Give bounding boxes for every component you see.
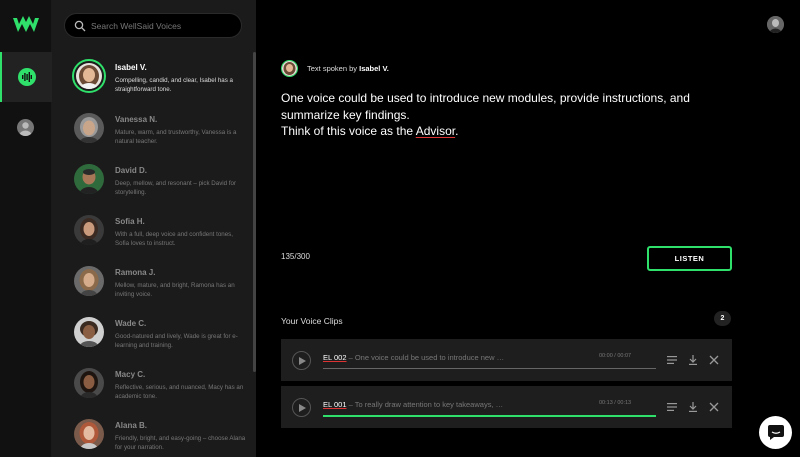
user-avatar-icon[interactable] bbox=[767, 16, 784, 33]
speaker-avatar bbox=[281, 60, 298, 77]
voice-name: David D. bbox=[115, 166, 148, 175]
listen-button[interactable]: LISTEN bbox=[647, 246, 732, 271]
close-icon[interactable] bbox=[709, 402, 719, 412]
nav-voices[interactable] bbox=[0, 52, 52, 102]
spoken-by-label: Text spoken by Isabel V. bbox=[307, 64, 389, 73]
character-count: 135/300 bbox=[281, 252, 310, 261]
script-line-2-suffix: . bbox=[455, 124, 459, 138]
voice-description: Reflective, serious, and nuanced, Macy h… bbox=[115, 384, 244, 400]
download-icon[interactable] bbox=[688, 402, 698, 412]
voice-clip-row: EL 001 – To really draw attention to key… bbox=[281, 386, 732, 428]
chat-button[interactable] bbox=[759, 416, 792, 449]
voice-item-alana[interactable]: Alana B. Friendly, bright, and easy-goin… bbox=[72, 417, 247, 457]
voice-item-david[interactable]: David D. Deep, mellow, and resonant – pi… bbox=[72, 162, 247, 212]
search-box bbox=[64, 13, 242, 38]
clip-progress-fill bbox=[323, 414, 656, 417]
voice-clip-row: EL 002 – One voice could be used to intr… bbox=[281, 339, 732, 381]
list-icon[interactable] bbox=[667, 402, 677, 412]
left-rail bbox=[0, 0, 52, 457]
voice-item-sofia[interactable]: Sofia H. With a full, deep voice and con… bbox=[72, 213, 247, 263]
clip-progress-track[interactable] bbox=[323, 414, 656, 417]
clip-label: EL 001 – To really draw attention to key… bbox=[323, 400, 503, 409]
play-button[interactable] bbox=[292, 351, 311, 370]
speaker-name: Isabel V. bbox=[359, 64, 389, 73]
avatar bbox=[74, 113, 104, 143]
clip-id: EL 001 bbox=[323, 400, 347, 409]
voice-description: Mature, warm, and trustworthy, Vanessa i… bbox=[115, 129, 237, 145]
clip-time: 00:13 / 00:13 bbox=[599, 400, 632, 406]
script-line-2-prefix: Think of this voice as the bbox=[281, 124, 416, 138]
wellsaid-logo-icon[interactable] bbox=[12, 16, 40, 34]
voice-description: Good-natured and lively, Wade is great f… bbox=[115, 333, 238, 349]
clip-id: EL 002 bbox=[323, 353, 347, 362]
clip-time: 00:00 / 00:07 bbox=[599, 353, 632, 359]
voice-name: Alana B. bbox=[115, 421, 148, 430]
voice-item-vanessa[interactable]: Vanessa N. Mature, warm, and trustworthy… bbox=[72, 111, 247, 161]
clip-text: – One voice could be used to introduce n… bbox=[346, 353, 505, 362]
voice-item-ramona[interactable]: Ramona J. Mellow, mature, and bright, Ra… bbox=[72, 264, 247, 314]
play-icon bbox=[299, 357, 306, 365]
script-line-1: One voice could be used to introduce new… bbox=[281, 91, 690, 122]
avatar bbox=[74, 317, 104, 347]
avatar bbox=[74, 266, 104, 296]
voice-item-isabel[interactable]: Isabel V. Compelling, candid, and clear,… bbox=[72, 59, 247, 109]
voice-wave-icon bbox=[18, 68, 36, 86]
script-line-2-link: Advisor bbox=[415, 124, 456, 138]
download-icon[interactable] bbox=[688, 355, 698, 365]
avatar bbox=[74, 419, 104, 449]
voice-name: Ramona J. bbox=[115, 268, 156, 277]
main-panel: Text spoken by Isabel V. One voice could… bbox=[256, 0, 800, 457]
play-button[interactable] bbox=[292, 398, 311, 417]
search-icon bbox=[74, 20, 86, 32]
voice-clips-count-badge: 2 bbox=[714, 311, 731, 326]
avatar bbox=[74, 368, 104, 398]
user-avatar-icon[interactable] bbox=[17, 119, 34, 136]
play-icon bbox=[299, 404, 306, 412]
script-text[interactable]: One voice could be used to introduce new… bbox=[281, 90, 741, 140]
voice-name: Vanessa N. bbox=[115, 115, 158, 124]
voice-description: Compelling, candid, and clear, Isabel ha… bbox=[115, 77, 233, 93]
avatar bbox=[72, 59, 106, 93]
voice-sidebar: Isabel V. Compelling, candid, and clear,… bbox=[52, 0, 256, 457]
voice-name: Macy C. bbox=[115, 370, 146, 379]
voice-description: Friendly, bright, and easy-going – choos… bbox=[115, 435, 246, 451]
clip-progress-track[interactable] bbox=[323, 368, 656, 369]
close-icon[interactable] bbox=[709, 355, 719, 365]
voice-clips-title: Your Voice Clips bbox=[281, 316, 343, 326]
search-input[interactable] bbox=[91, 17, 236, 35]
clip-label: EL 002 – One voice could be used to intr… bbox=[323, 353, 504, 362]
voice-name: Isabel V. bbox=[115, 63, 147, 72]
voice-description: With a full, deep voice and confident to… bbox=[115, 231, 233, 247]
voice-item-macy[interactable]: Macy C. Reflective, serious, and nuanced… bbox=[72, 366, 247, 416]
spoken-by-prefix: Text spoken by bbox=[307, 64, 360, 73]
voice-description: Mellow, mature, and bright, Ramona has a… bbox=[115, 282, 235, 298]
list-icon[interactable] bbox=[667, 355, 677, 365]
chat-icon bbox=[768, 425, 784, 440]
voice-name: Wade C. bbox=[115, 319, 147, 328]
voice-description: Deep, mellow, and resonant – pick David … bbox=[115, 180, 237, 196]
voice-name: Sofia H. bbox=[115, 217, 145, 226]
avatar bbox=[74, 215, 104, 245]
clip-text: – To really draw attention to key takeaw… bbox=[346, 400, 504, 409]
avatar bbox=[74, 164, 104, 194]
voice-item-wade[interactable]: Wade C. Good-natured and lively, Wade is… bbox=[72, 315, 247, 365]
